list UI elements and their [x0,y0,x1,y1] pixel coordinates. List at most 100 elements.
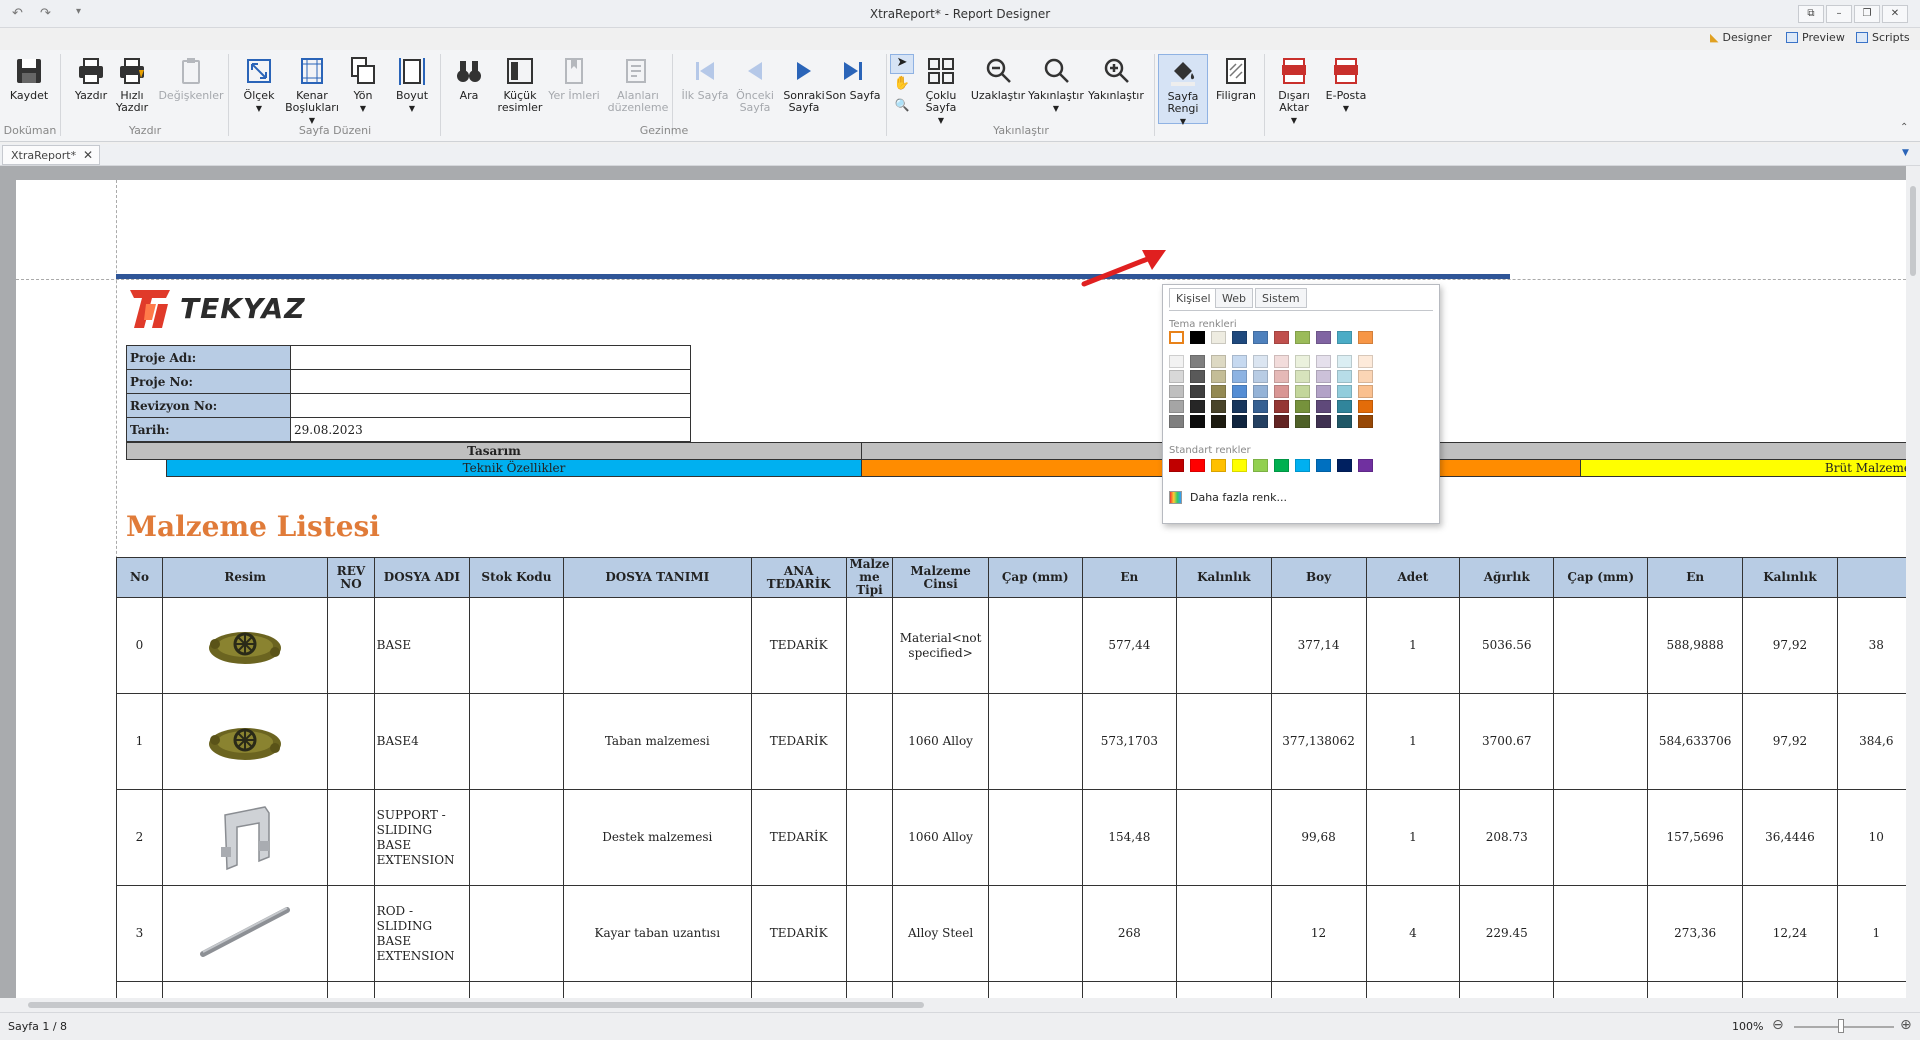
color-swatch[interactable] [1358,459,1373,472]
color-swatch[interactable] [1253,459,1268,472]
color-swatch[interactable] [1169,370,1184,383]
preview-area[interactable]: TEKYAZ Proje Adı: Proje No: Revizyon No:… [0,166,1920,998]
margins-button[interactable]: Kenar Boşlukları ▼ [280,54,344,125]
maximize-button[interactable]: ❐ [1854,5,1880,23]
color-swatch[interactable] [1316,370,1331,383]
color-swatch[interactable] [1190,415,1205,428]
color-swatch[interactable] [1316,385,1331,398]
color-swatch[interactable] [1253,415,1268,428]
parameters-button[interactable]: Değişkenler [158,54,224,124]
first-page-button[interactable]: İlk Sayfa [676,54,734,124]
bookmarks-button[interactable]: Yer İmleri [546,54,602,124]
scripts-mode-button[interactable]: Scripts [1856,31,1910,44]
color-swatch[interactable] [1358,331,1373,344]
color-swatch[interactable] [1190,385,1205,398]
color-swatch[interactable] [1358,355,1373,368]
color-swatch[interactable] [1295,385,1310,398]
color-swatch[interactable] [1169,355,1184,368]
vertical-scrollbar[interactable] [1906,166,1920,998]
color-swatch[interactable] [1211,370,1226,383]
zoom-in-button[interactable]: Yakınlaştır [1086,54,1146,124]
color-swatch[interactable] [1232,355,1247,368]
color-swatch[interactable] [1169,331,1184,344]
color-swatch[interactable] [1337,331,1352,344]
zoom-out-button[interactable]: Uzaklaştır [968,54,1028,124]
color-swatch[interactable] [1274,459,1289,472]
close-tab-icon[interactable]: ✕ [83,148,93,162]
tab-system-colors[interactable]: Sistem [1255,288,1307,308]
last-page-button[interactable]: Son Sayfa [822,54,884,124]
color-swatch[interactable] [1169,400,1184,413]
color-swatch[interactable] [1274,385,1289,398]
close-button[interactable]: ✕ [1882,5,1908,23]
watermark-button[interactable]: Filigran [1210,54,1262,124]
color-swatch[interactable] [1337,370,1352,383]
color-swatch[interactable] [1232,400,1247,413]
color-swatch[interactable] [1211,355,1226,368]
color-swatch[interactable] [1274,415,1289,428]
color-swatch[interactable] [1190,400,1205,413]
email-button[interactable]: E-Posta ▼ [1320,54,1372,124]
color-swatch[interactable] [1253,400,1268,413]
color-swatch[interactable] [1316,400,1331,413]
zoom-slider-thumb[interactable] [1838,1019,1844,1033]
tab-list-dropdown-icon[interactable]: ▼ [1902,148,1909,158]
color-swatch[interactable] [1337,385,1352,398]
designer-mode-button[interactable]: ◣ Designer [1710,31,1772,44]
color-swatch[interactable] [1316,355,1331,368]
color-swatch[interactable] [1190,331,1205,344]
color-swatch[interactable] [1232,385,1247,398]
color-swatch[interactable] [1253,385,1268,398]
color-swatch[interactable] [1232,331,1247,344]
color-swatch[interactable] [1190,370,1205,383]
horizontal-scrollbar[interactable] [0,998,1920,1012]
editing-fields-button[interactable]: Alanları düzenleme [600,54,676,124]
color-swatch[interactable] [1337,355,1352,368]
hand-tool-icon[interactable]: ✋ [890,76,914,96]
horizontal-scroll-thumb[interactable] [28,1002,924,1008]
minimize-button[interactable]: – [1826,5,1852,23]
color-swatch[interactable] [1190,459,1205,472]
color-swatch[interactable] [1253,355,1268,368]
collapse-ribbon-icon[interactable]: ⌃ [1900,122,1908,133]
zoom-menu-button[interactable]: Yakınlaştır ▼ [1024,54,1088,124]
color-swatch[interactable] [1274,331,1289,344]
find-button[interactable]: Ara [444,54,494,124]
color-swatch[interactable] [1274,370,1289,383]
color-swatch[interactable] [1211,385,1226,398]
color-swatch[interactable] [1295,459,1310,472]
color-swatch[interactable] [1169,385,1184,398]
color-swatch[interactable] [1316,415,1331,428]
color-swatch[interactable] [1295,355,1310,368]
orientation-button[interactable]: Yön ▼ [338,54,388,124]
color-swatch[interactable] [1337,459,1352,472]
more-colors-item[interactable]: Daha fazla renk... [1169,491,1287,504]
color-swatch[interactable] [1337,415,1352,428]
color-swatch[interactable] [1358,370,1373,383]
color-swatch[interactable] [1211,400,1226,413]
color-swatch[interactable] [1274,400,1289,413]
save-button[interactable]: Kaydet [0,54,58,124]
zoom-plus-icon[interactable]: ⊕ [1900,1017,1912,1033]
pointer-tool-icon[interactable]: ➤ [890,54,914,74]
color-swatch[interactable] [1358,400,1373,413]
color-swatch[interactable] [1232,370,1247,383]
color-swatch[interactable] [1169,459,1184,472]
restore-layout-button[interactable]: ⧉ [1798,5,1824,23]
quick-print-button[interactable]: Hızlı Yazdır [104,54,160,124]
color-swatch[interactable] [1295,370,1310,383]
zoom-minus-icon[interactable]: ⊖ [1772,1017,1784,1033]
color-swatch[interactable] [1295,331,1310,344]
color-swatch[interactable] [1190,355,1205,368]
color-swatch[interactable] [1211,459,1226,472]
size-button[interactable]: Boyut ▼ [386,54,438,124]
magnifier-tool-icon[interactable]: 🔍 [890,98,914,118]
color-swatch[interactable] [1316,459,1331,472]
color-swatch[interactable] [1358,385,1373,398]
tab-web-colors[interactable]: Web [1215,288,1253,308]
color-swatch[interactable] [1232,415,1247,428]
color-swatch[interactable] [1211,415,1226,428]
color-swatch[interactable] [1253,331,1268,344]
color-swatch[interactable] [1232,459,1247,472]
export-button[interactable]: Dışarı Aktar ▼ [1268,54,1320,125]
